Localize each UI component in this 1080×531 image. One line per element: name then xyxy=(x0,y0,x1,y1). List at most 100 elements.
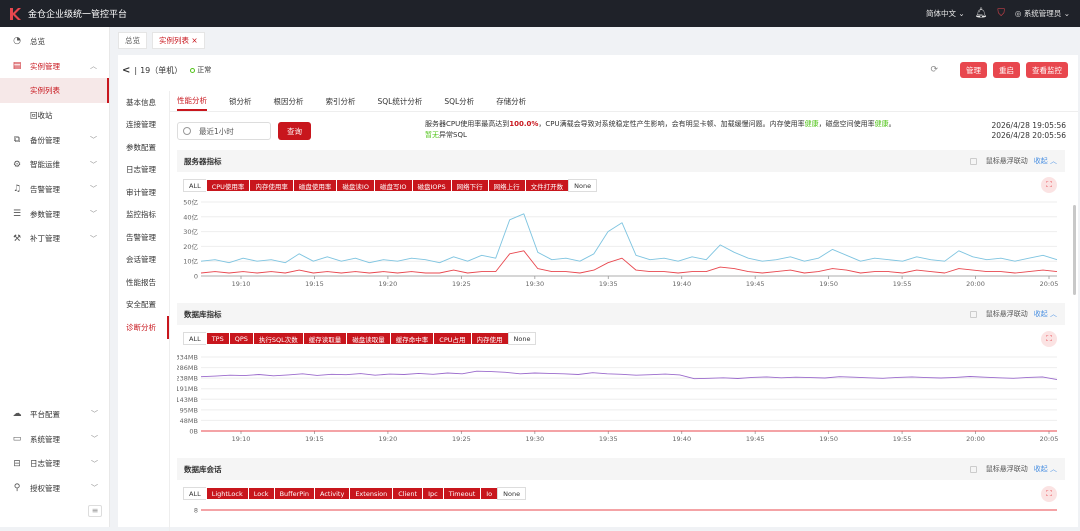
vertical-scrollbar[interactable] xyxy=(1073,205,1076,295)
sync-checkbox[interactable] xyxy=(969,465,977,473)
sidebar-item-label: 备份管理 xyxy=(30,135,60,145)
shield-icon[interactable]: ⛉ xyxy=(997,8,1005,19)
sidebar-item-params[interactable]: ☰ 参数管理 ﹀ xyxy=(0,202,109,227)
legend-toggle[interactable]: CPU占用 xyxy=(433,332,472,345)
left-nav-item[interactable]: 基本信息 xyxy=(118,91,169,114)
legend-toggle[interactable]: 网络上行 xyxy=(487,179,526,192)
legend-toggle[interactable]: 文件打开数 xyxy=(524,179,570,192)
left-nav-item[interactable]: 性能报告 xyxy=(118,271,169,294)
left-nav-item[interactable]: 参数配置 xyxy=(118,136,169,159)
legend-toggle[interactable]: CPU使用率 xyxy=(205,179,251,192)
cloud-icon: ☁ xyxy=(12,409,22,420)
sidebar-item-patch[interactable]: ⚒ 补丁管理 ﹀ xyxy=(0,227,109,252)
legend-toggle[interactable]: None xyxy=(507,332,537,345)
sidebar-item-logs[interactable]: ⊟ 日志管理 ﹀ xyxy=(0,451,110,476)
sidebar-item-instance[interactable]: ▤ 实例管理 ︿ xyxy=(0,54,109,79)
legend-toggle[interactable]: 磁盘使用率 xyxy=(292,179,338,192)
legend-toggle[interactable]: Activity xyxy=(314,487,351,500)
sync-label: 鼠标悬浮联动 xyxy=(985,157,1028,165)
legend-toggle[interactable]: TPS xyxy=(205,332,230,345)
analysis-tab[interactable]: SQL统计分析 xyxy=(378,91,423,111)
legend-toggle[interactable]: 内存使用率 xyxy=(249,179,294,192)
language-select[interactable]: 简体中文 ⌄ xyxy=(926,8,965,19)
tab-overview[interactable]: 总览 xyxy=(118,32,147,49)
legend-toggle[interactable]: Ipc xyxy=(422,487,444,500)
kingbase-logo-icon xyxy=(10,7,21,20)
legend-toggle[interactable]: 缓存读取量 xyxy=(302,332,348,345)
x-tick-label: 19:30 xyxy=(525,280,544,288)
app-logo[interactable]: 金仓企业级统一管控平台 xyxy=(0,7,127,21)
left-nav-item[interactable]: 审计管理 xyxy=(118,181,169,204)
collapse-link[interactable]: 收起 ︿ xyxy=(1034,156,1057,166)
fullscreen-icon[interactable]: ⛶ xyxy=(1041,177,1057,193)
sync-checkbox[interactable] xyxy=(969,157,977,165)
analysis-tab[interactable]: 存储分析 xyxy=(496,91,526,111)
sidebar-subitem-recycle-bin[interactable]: 回收站 xyxy=(0,103,109,128)
legend-toggle[interactable]: 磁盘读IO xyxy=(336,179,375,192)
sidebar-item-ops[interactable]: ⚙ 智能运维 ﹀ xyxy=(0,152,109,177)
view-monitor-button[interactable]: 查看监控 xyxy=(1026,62,1068,78)
legend-toggle[interactable]: 磁盘读取量 xyxy=(346,332,391,345)
tab-instance-list[interactable]: 实例列表 × xyxy=(152,32,205,49)
legend-toggle[interactable]: None xyxy=(568,179,598,192)
notification-bell-icon[interactable]: 🔔︎ xyxy=(975,8,988,19)
analysis-tab[interactable]: 索引分析 xyxy=(326,91,356,111)
restart-button[interactable]: 重启 xyxy=(993,62,1020,78)
sidebar-collapse-icon[interactable]: ≡ xyxy=(88,505,102,517)
collapse-link[interactable]: 收起 ︿ xyxy=(1034,464,1057,474)
clock-icon xyxy=(183,127,191,135)
legend-toggle[interactable]: 缓存命中率 xyxy=(389,332,435,345)
legend-toggle[interactable]: None xyxy=(497,487,527,500)
legend-toggle[interactable]: ALL xyxy=(183,332,207,345)
sidebar-item-label: 告警管理 xyxy=(30,184,60,194)
back-arrow-icon[interactable]: < xyxy=(122,65,130,76)
sidebar-item-license[interactable]: ⚲ 授权管理 ﹀ xyxy=(0,476,110,501)
fullscreen-icon[interactable]: ⛶ xyxy=(1041,331,1057,347)
legend-toggle[interactable]: 磁盘IOPS xyxy=(411,179,452,192)
left-nav-item[interactable]: 安全配置 xyxy=(118,294,169,317)
x-tick-label: 19:20 xyxy=(379,435,398,443)
legend-toggle[interactable]: 内存使用 xyxy=(470,332,509,345)
left-nav-item[interactable]: 会话管理 xyxy=(118,249,169,272)
analysis-tab[interactable]: SQL分析 xyxy=(444,91,474,111)
legend-toggle[interactable]: Timeout xyxy=(442,487,482,500)
legend-toggle[interactable]: Extension xyxy=(349,487,394,500)
analysis-tab[interactable]: 性能分析 xyxy=(177,91,207,111)
sync-checkbox[interactable] xyxy=(969,310,977,318)
manage-button[interactable]: 管理 xyxy=(960,62,987,78)
legend-toggle[interactable]: 网络下行 xyxy=(450,179,489,192)
left-nav-item[interactable]: 日志管理 xyxy=(118,159,169,182)
sidebar-subitem-instance-list[interactable]: 实例列表 xyxy=(0,78,109,104)
legend-toggle[interactable]: ALL xyxy=(183,179,207,192)
x-tick-label: 19:45 xyxy=(746,435,765,443)
legend-toggle[interactable]: Io xyxy=(480,487,499,500)
left-nav-item[interactable]: 告警管理 xyxy=(118,226,169,249)
legend-toggle[interactable]: 磁盘写IO xyxy=(373,179,413,192)
legend-toggle[interactable]: QPS xyxy=(228,332,254,345)
legend-toggle[interactable]: 执行SQL次数 xyxy=(252,332,304,345)
time-range-select[interactable]: 最近1小时 xyxy=(177,122,271,140)
query-button[interactable]: 查询 xyxy=(278,122,311,140)
legend-toggle[interactable]: Client xyxy=(392,487,424,500)
sidebar-item-alerts[interactable]: ♫ 告警管理 ﹀ xyxy=(0,177,109,202)
collapse-link[interactable]: 收起 ︿ xyxy=(1034,309,1057,319)
legend-toggle[interactable]: ALL xyxy=(183,487,207,500)
sync-label: 鼠标悬浮联动 xyxy=(985,310,1028,318)
left-nav-item[interactable]: 监控指标 xyxy=(118,204,169,227)
legend-toggle[interactable]: BufferPin xyxy=(273,487,316,500)
refresh-icon[interactable]: ⟳ xyxy=(930,65,938,75)
instance-icon: ▤ xyxy=(12,61,22,72)
sidebar-item-overview[interactable]: ◔ 总览 xyxy=(0,29,109,54)
legend-toggle[interactable]: LightLock xyxy=(205,487,249,500)
sidebar-item-platform-config[interactable]: ☁ 平台配置 ﹀ xyxy=(0,402,110,427)
analysis-tab[interactable]: 锁分析 xyxy=(229,91,252,111)
user-menu[interactable]: ◎ 系统管理员 ⌄ xyxy=(1015,8,1070,19)
left-nav-item[interactable]: 连接管理 xyxy=(118,114,169,137)
fullscreen-icon[interactable]: ⛶ xyxy=(1041,486,1057,502)
sidebar-item-backup[interactable]: ⧉ 备份管理 ﹀ xyxy=(0,128,109,153)
sidebar-item-system[interactable]: ▭ 系统管理 ﹀ xyxy=(0,427,110,452)
left-nav-item[interactable]: 诊断分析 xyxy=(118,316,169,339)
legend-toggle[interactable]: Lock xyxy=(247,487,275,500)
analysis-tab[interactable]: 根因分析 xyxy=(274,91,304,111)
x-tick-label: 19:15 xyxy=(305,280,324,288)
